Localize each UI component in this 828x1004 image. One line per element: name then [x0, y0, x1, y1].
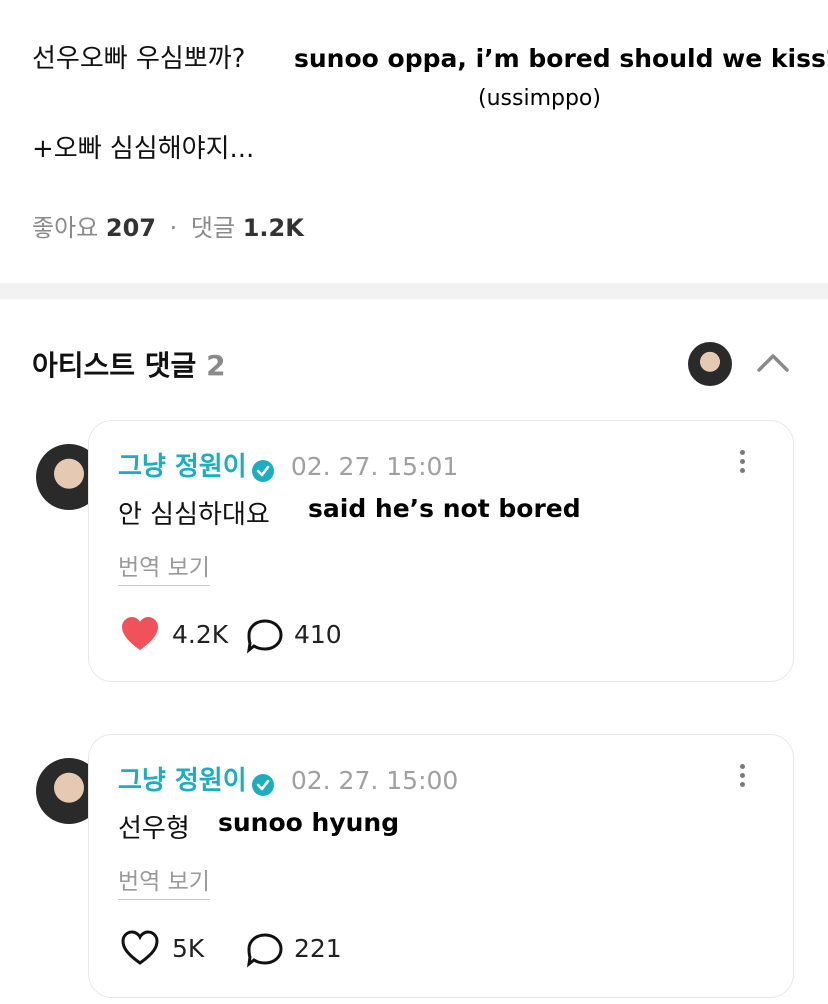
comment-translation-overlay: sunoo hyung [218, 808, 400, 837]
verified-badge-icon [251, 773, 274, 796]
comment-text: 안 심심하대요 [118, 500, 270, 530]
post-line-1: 선우오빠 우심뽀까? [32, 44, 246, 74]
comment-2-header: 그냥 정원이 02. 27. 15:00 [118, 760, 458, 797]
chevron-up-icon[interactable] [756, 350, 790, 374]
post-translation-overlay: sunoo oppa, i’m bored should we kiss? [294, 44, 828, 73]
artist-comments-title: 아티스트 댓글 [32, 349, 197, 382]
comment-date: 02. 27. 15:00 [290, 766, 459, 795]
comment-text: 선우형 [118, 814, 190, 844]
heart-filled-icon [122, 617, 158, 650]
verified-badge-icon [251, 459, 274, 482]
speech-bubble-icon [246, 933, 283, 968]
like-button[interactable] [120, 930, 160, 970]
likes-label: 좋아요 [32, 214, 99, 242]
post-translation-note: (ussimppo) [478, 86, 601, 111]
like-count: 5K [172, 934, 205, 963]
artist-avatar-small[interactable] [688, 342, 732, 386]
heart-outline-icon [121, 930, 159, 965]
comments-count: 1.2K [242, 214, 304, 242]
more-options-icon[interactable] [740, 760, 745, 791]
stats-separator: · [169, 214, 178, 242]
more-options-icon[interactable] [740, 446, 745, 477]
reply-count: 410 [294, 620, 342, 649]
post-stats: 좋아요 207 · 댓글 1.2K [32, 208, 304, 243]
reply-button[interactable] [246, 618, 284, 658]
translate-link[interactable]: 번역 보기 [118, 548, 210, 586]
comments-label: 댓글 [190, 214, 236, 242]
likes-count: 207 [105, 214, 156, 242]
post-line-2: +오빠 심심해야지... [32, 134, 255, 164]
like-button[interactable] [120, 616, 160, 656]
like-count: 4.2K [172, 620, 229, 649]
comment-author[interactable]: 그냥 정원이 [118, 766, 247, 796]
artist-comments-count: 2 [206, 349, 226, 382]
translate-link[interactable]: 번역 보기 [118, 862, 210, 900]
reply-count: 221 [294, 934, 342, 963]
speech-bubble-icon [246, 619, 283, 654]
section-divider [0, 283, 828, 299]
comment-author[interactable]: 그냥 정원이 [118, 452, 247, 482]
comment-1-header: 그냥 정원이 02. 27. 15:01 [118, 446, 458, 483]
comment-date: 02. 27. 15:01 [290, 452, 459, 481]
comment-translation-overlay: said he’s not bored [308, 494, 581, 523]
reply-button[interactable] [246, 932, 284, 972]
artist-comments-header: 아티스트 댓글 2 [32, 344, 226, 384]
